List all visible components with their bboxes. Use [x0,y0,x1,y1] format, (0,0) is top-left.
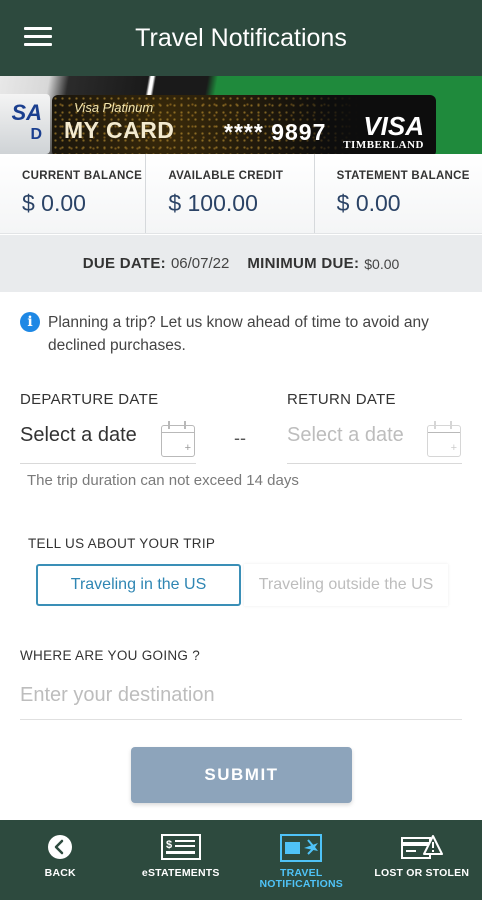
return-date-placeholder: Select a date [287,424,404,446]
traveling-in-us-option[interactable]: Traveling in the US [36,564,241,606]
lost-card-warning-icon [400,835,443,859]
return-date-field[interactable]: Select a date + [287,420,462,464]
available-credit: AVAILABLE CREDIT $ 100.00 [145,154,313,233]
nav-label: BACK [44,867,76,879]
balance-label: STATEMENT BALANCE [336,170,470,182]
info-text: Planning a trip? Let us know ahead of ti… [48,314,429,354]
departure-date-label: DEPARTURE DATE [20,391,159,408]
svg-text:$: $ [166,839,172,851]
statement-icon: $ [160,834,201,860]
travel-card-icon [280,834,323,862]
balance-value: $ 0.00 [336,190,401,216]
due-info-bar: DUE DATE: 06/07/22 MINIMUM DUE: $0.00 [0,235,482,292]
balance-value: $ 100.00 [168,190,258,216]
bottom-navigation: BACK $ eSTATEMENTS TRAVEL NOTIFICATIONS [0,820,482,900]
trip-duration-hint: The trip duration can not exceed 14 days [27,472,299,489]
minimum-due-label: MINIMUM DUE: [247,255,360,272]
side-card-brand: SA [11,100,42,125]
app-header: Travel Notifications [0,0,482,76]
due-date-value: 06/07/22 [170,255,230,272]
nav-label: eSTATEMENTS [141,867,220,879]
current-balance: CURRENT BALANCE $ 0.00 [0,154,145,233]
balance-label: AVAILABLE CREDIT [168,170,284,182]
nav-travel-notifications[interactable]: TRAVEL NOTIFICATIONS [241,820,362,900]
nav-back[interactable]: BACK [0,820,121,900]
minimum-due-value: $0.00 [364,255,400,272]
calendar-icon[interactable]: + [161,421,195,457]
nav-label: LOST OR STOLEN [374,867,470,879]
departure-date-placeholder: Select a date [20,424,137,446]
balance-value: $ 0.00 [22,190,86,216]
info-icon: i [20,312,40,332]
submit-button[interactable]: SUBMIT [131,747,352,803]
page-title: Travel Notifications [135,24,347,52]
card-name: MY CARD [64,117,175,143]
destination-label: WHERE ARE YOU GOING ? [20,648,201,663]
nav-label: TRAVEL NOTIFICATIONS [259,867,343,890]
back-icon [48,835,73,859]
return-date-label: RETURN DATE [287,391,396,408]
bank-logo: TIMBERLAND [343,139,424,151]
info-message: i Planning a trip? Let us know ahead of … [20,311,470,357]
date-separator: -- [234,428,246,448]
trip-type-label: TELL US ABOUT YOUR TRIP [28,536,216,551]
traveling-outside-us-option[interactable]: Traveling outside the US [244,564,448,606]
departure-date-field[interactable]: Select a date + [20,420,196,464]
side-card-text: D [30,126,42,143]
due-date-label: DUE DATE: [82,255,166,272]
calendar-icon[interactable]: + [427,421,461,457]
nav-estatements[interactable]: $ eSTATEMENTS [121,820,242,900]
nav-lost-or-stolen[interactable]: LOST OR STOLEN [362,820,482,900]
previous-card-image[interactable]: SA D [0,94,50,154]
visa-logo: VISA [363,111,424,141]
destination-input[interactable] [20,672,462,720]
selected-card-image[interactable]: Visa Platinum MY CARD **** 9897 VISA TIM… [52,95,436,154]
balance-summary: CURRENT BALANCE $ 0.00 AVAILABLE CREDIT … [0,154,482,234]
card-carousel[interactable]: SA D Visa Platinum MY CARD **** 9897 VIS… [0,76,482,154]
statement-balance: STATEMENT BALANCE $ 0.00 [313,154,482,233]
balance-label: CURRENT BALANCE [22,170,143,182]
card-number: **** 9897 [224,119,327,145]
card-type: Visa Platinum [74,100,154,115]
